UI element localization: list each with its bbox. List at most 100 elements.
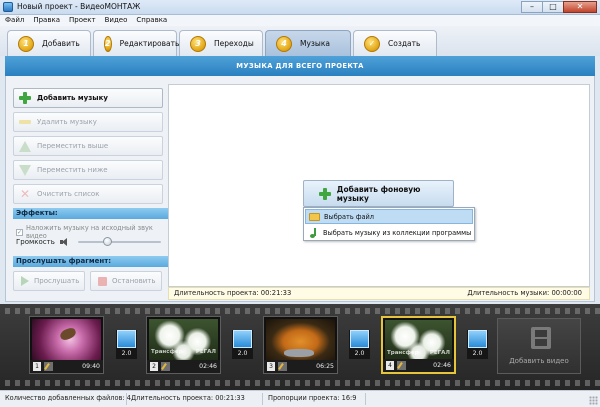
transition-duration: 2.0 [472,350,483,357]
menu-project[interactable]: Проект [69,15,96,26]
volume-slider[interactable] [77,237,161,246]
clip-duration: 02:46 [433,362,451,369]
tab-add[interactable]: 1 Добавить [7,30,91,56]
clip-number: 1 [33,362,41,371]
section-header: МУЗЫКА ДЛЯ ВСЕГО ПРОЕКТА [5,56,595,82]
watermark-left: Трансфер [151,349,183,355]
tab-transitions[interactable]: 3 Переходы [179,30,263,56]
volume-row: Громкость [16,237,161,246]
clip-meta: 3 06:25 [264,360,337,373]
clear-list-button[interactable]: ✕ Очистить список [13,184,163,204]
plus-icon [319,187,331,200]
listen-button[interactable]: Прослушать [13,271,85,291]
remove-music-button[interactable]: Удалить музыку [13,112,163,132]
watermark-right: РЕГАЛ [195,349,216,355]
folder-icon [309,212,320,221]
timeline-clip-3[interactable]: 3 06:25 [263,316,338,374]
project-duration: Длительность проекта: 00:21:33 [174,289,292,297]
resize-grip[interactable] [589,396,598,405]
step-1-icon: 1 [18,35,34,52]
add-video-button[interactable]: Добавить видео [497,318,581,374]
tab-label: Добавить [42,39,80,48]
divider [262,393,263,405]
effects-header: Эффекты: [13,208,168,219]
clear-list-label: Очистить список [37,190,100,198]
add-background-music-button[interactable]: Добавить фоновую музыку [303,180,454,207]
add-music-label: Добавить музыку [37,94,108,102]
transition-4[interactable]: 2.0 [467,330,488,359]
transition-1[interactable]: 2.0 [116,330,137,359]
checkmark-icon: ✓ [364,35,380,52]
close-button[interactable]: ✕ [563,1,597,13]
clip-number: 3 [267,362,275,371]
window-controls: – □ ✕ [521,1,597,13]
stop-icon [98,276,107,286]
clip-thumbnail [32,319,101,360]
title-bar: Новый проект - ВидеоМОНТАЖ – □ ✕ [0,0,600,15]
clip-number: 4 [386,361,394,370]
film-perforation [0,380,600,386]
timeline-clip-1[interactable]: 1 09:40 [29,316,104,374]
stop-button[interactable]: Остановить [90,271,162,291]
add-background-music-label: Добавить фоновую музыку [336,184,421,203]
pencil-icon[interactable] [161,362,170,371]
transition-icon [233,330,252,348]
arrow-up-icon [19,140,31,152]
pencil-icon[interactable] [397,361,406,370]
clip-thumbnail: Трансфер РЕГАЛ [149,319,218,360]
maximize-button[interactable]: □ [542,1,564,13]
clip-duration: 02:46 [199,363,217,370]
listen-label: Прослушать [34,277,80,285]
tab-label: Музыка [300,39,330,48]
volume-slider-thumb[interactable] [102,237,112,246]
add-video-label: Добавить видео [509,357,569,365]
clip-meta: 2 02:46 [147,360,220,373]
music-note-icon [308,227,319,238]
files-count: Количество добавленных файлов: 4 [5,394,131,402]
music-duration: Длительность музыки: 00:00:00 [467,289,582,297]
step-3-icon: 3 [190,35,206,52]
move-down-label: Переместить ниже [37,166,108,174]
arrow-down-icon [19,164,31,176]
tab-label: Редактировать [119,39,180,48]
clip-meta: 1 09:40 [30,360,103,373]
pencil-icon[interactable] [278,362,287,371]
choose-from-collection-item[interactable]: Выбрать музыку из коллекции программы [305,225,473,240]
window-title: Новый проект - ВидеоМОНТАЖ [17,2,141,11]
choose-file-label: Выбрать файл [324,212,375,221]
film-icon [531,327,551,349]
transition-duration: 2.0 [237,350,248,357]
timeline-clip-2[interactable]: Трансфер РЕГАЛ 2 02:46 [146,316,221,374]
overlay-checkbox[interactable]: ✓ [16,228,23,236]
app-icon [3,2,13,12]
transition-3[interactable]: 2.0 [349,330,370,359]
add-music-button[interactable]: Добавить музыку [13,88,163,108]
film-perforation [0,308,600,314]
transition-2[interactable]: 2.0 [232,330,253,359]
transition-icon [117,330,136,348]
menu-edit[interactable]: Правка [33,15,60,26]
menu-file[interactable]: Файл [5,15,24,26]
transition-icon [468,330,487,348]
choose-file-item[interactable]: Выбрать файл [305,209,473,224]
move-down-button[interactable]: Переместить ниже [13,160,163,180]
timeline-clip-4[interactable]: Трансфер РЕГАЛ 4 02:46 [381,316,456,374]
play-icon [21,276,29,286]
minimize-button[interactable]: – [521,1,543,13]
pencil-icon[interactable] [44,362,53,371]
menu-video[interactable]: Видео [105,15,128,26]
move-up-button[interactable]: Переместить выше [13,136,163,156]
tab-label: Переходы [214,39,254,48]
move-up-label: Переместить выше [37,142,109,150]
clip-number: 2 [150,362,158,371]
step-2-icon: 2 [104,35,112,52]
tab-create[interactable]: ✓ Создать [353,30,437,56]
watermark-right: РЕГАЛ [429,350,450,356]
transition-icon [350,330,369,348]
tab-music[interactable]: 4 Музыка [265,30,351,56]
close-icon: ✕ [19,187,31,201]
step-4-icon: 4 [276,35,292,52]
menu-help[interactable]: Справка [136,15,167,26]
transition-duration: 2.0 [354,350,365,357]
tab-edit[interactable]: 2 Редактировать [93,30,180,56]
